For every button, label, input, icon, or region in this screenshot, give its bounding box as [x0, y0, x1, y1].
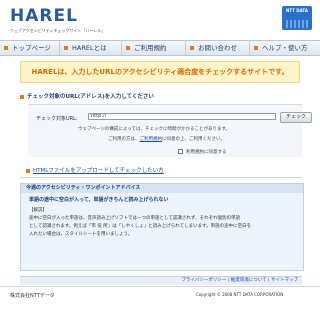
nav-top-page[interactable]: トップページ [0, 41, 60, 55]
company-logo-text: NTT DATA [286, 8, 308, 13]
site-footer: 株式会社NTTデータ Copyright © 2008 NTT DATA COR… [0, 286, 320, 303]
advice-panel: 今週のアクセシビリティ・ワンポイントアドバイス 単語の途中に空白が入って、単語が… [20, 183, 304, 271]
terms-note-prefix: ご利用の方は、 [108, 137, 140, 142]
url-field-label: チェック対象URL: [36, 116, 78, 122]
check-button[interactable]: チェック [280, 112, 312, 123]
nav-label: お問い合わせ [198, 44, 237, 52]
advice-title: 単語の途中に空白が入って、単語がきちんと読み上げられない [29, 197, 169, 203]
copyright: Copyright © 2008 NTT DATA CORPORATION [196, 292, 284, 297]
section-divider [20, 177, 302, 178]
company-logo[interactable]: NTT DATA [282, 6, 312, 30]
url-form-heading-text: チェック対象のURL(アドレス)を入力してください [27, 94, 154, 100]
nav-help[interactable]: ヘルプ・使い方 [250, 41, 320, 55]
intro-banner: HARELは、入力したURLのアクセシビリティ適合度をチェックするサイトです。 [20, 61, 300, 83]
advice-line: 途中に空白が入った単語は、音声読み上げソフトでは一つの単語として認識されず、それ… [29, 216, 241, 221]
advice-line: 入れたい場合は、スタイルシートを用いましょう。 [29, 232, 133, 237]
bullet-icon [64, 46, 68, 50]
advice-heading: 今週のアクセシビリティ・ワンポイントアドバイス [21, 184, 303, 193]
agree-label[interactable]: 利用規約に同意する [186, 149, 227, 155]
company-name: 株式会社NTTデータ [10, 293, 55, 299]
recommended-env-link[interactable]: 推奨環境について [231, 278, 267, 283]
terms-note: ご利用の方は、ご利用規約に同意の上、ご利用ください。 [108, 136, 225, 142]
nav-label: ご利用規約 [134, 44, 167, 52]
site-logo[interactable]: HAREL [10, 6, 78, 26]
upload-html-link[interactable]: HTMLファイルをアップロードしてチェックしたい方 [26, 166, 164, 174]
nav-label: トップページ [12, 44, 51, 52]
advice-tag: 【解説】 [29, 208, 47, 213]
nav-terms[interactable]: ご利用規約 [122, 41, 186, 55]
nav-about[interactable]: HARELとは [60, 41, 122, 55]
url-form-heading: チェック対象のURL(アドレス)を入力してください [20, 92, 154, 100]
terms-note-suffix: に同意の上、ご利用ください。 [162, 137, 225, 142]
nav-label: ヘルプ・使い方 [262, 44, 308, 52]
footer-links: プライバシーポリシー | 推奨環境について | サイトマップ [20, 276, 302, 285]
site-header: HAREL ウェブアクセシビリティチェックサイト「ハーレル」 NTT DATA [0, 0, 320, 38]
upload-html-link-text[interactable]: HTMLファイルをアップロードしてチェックしたい方 [33, 168, 164, 174]
bullet-icon [4, 46, 8, 50]
agree-checkbox[interactable] [178, 149, 183, 154]
sitemap-link[interactable]: サイトマップ [271, 278, 298, 283]
bullet-icon [126, 46, 130, 50]
company-logo-pattern [286, 20, 308, 28]
processing-note: ウェブページの構成によっては、チェックに時間がかかることがあります。 [78, 127, 231, 132]
url-check-form: チェック対象URL: チェック ウェブページの構成によっては、チェックに時間がか… [28, 104, 312, 157]
terms-link[interactable]: ご利用規約 [140, 137, 163, 142]
nav-label: HARELとは [72, 44, 107, 52]
site-subtitle: ウェブアクセシビリティチェックサイト「ハーレル」 [10, 28, 106, 33]
advice-line: として認識されます。例えば「市 役 所」は「しやくしょ」と読み上げられてしまいま… [29, 224, 252, 229]
privacy-link[interactable]: プライバシーポリシー [181, 278, 226, 283]
bullet-icon [26, 168, 30, 173]
main-navigation: トップページ HARELとは ご利用規約 お問い合わせ ヘルプ・使い方 [0, 40, 320, 56]
nav-contact[interactable]: お問い合わせ [186, 41, 250, 55]
bullet-icon [20, 94, 24, 99]
bullet-icon [254, 46, 258, 50]
url-input[interactable] [88, 113, 276, 120]
bullet-icon [190, 46, 194, 50]
